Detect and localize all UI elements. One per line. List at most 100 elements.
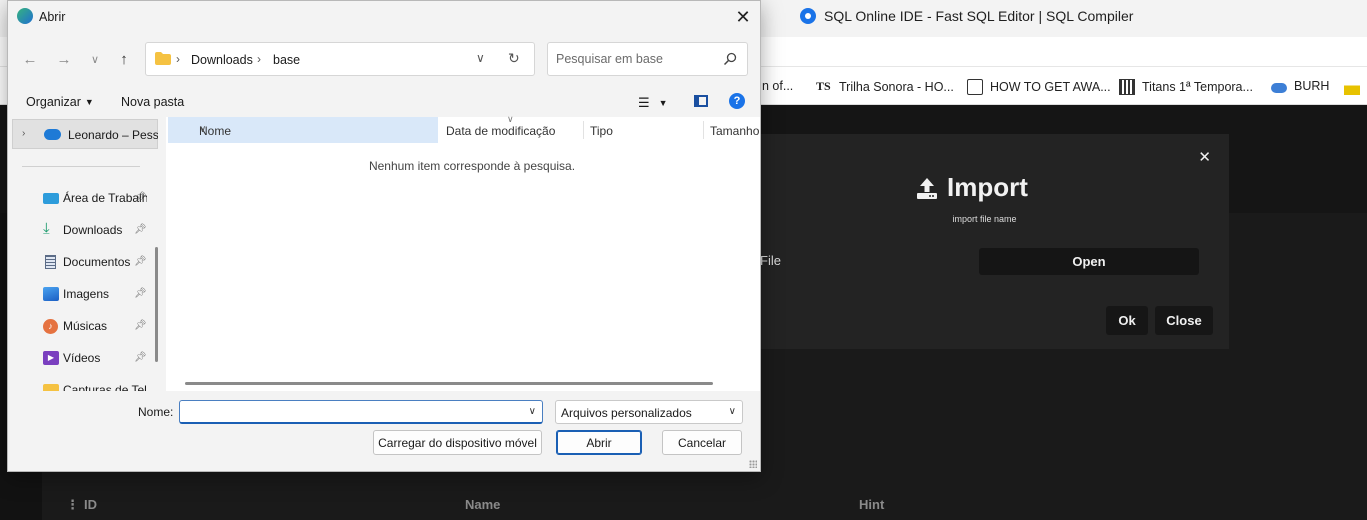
divider	[22, 166, 140, 167]
bookmark-item[interactable]: Titans 1ª Tempora...	[1119, 79, 1253, 95]
grid-column-name[interactable]: Name	[465, 497, 500, 512]
navigation-pane: › Leonardo – Pessoal Área de Trabalho 📌︎…	[8, 117, 158, 391]
resize-grip-icon[interactable]	[749, 460, 757, 468]
forward-arrow-icon[interactable]: →	[52, 47, 76, 71]
upload-icon	[917, 177, 937, 199]
pin-icon[interactable]: 📌︎	[134, 320, 147, 331]
nav-item-onedrive[interactable]: › Leonardo – Pessoal	[12, 119, 158, 149]
file-list-pane: Nome ∨ ∨ Data de modificação Tipo Tamanh…	[166, 114, 760, 391]
bookmark-label: BURH	[1294, 79, 1330, 93]
file-type-value: Arquivos personalizados	[561, 406, 692, 420]
breadcrumb-downloads[interactable]: Downloads	[191, 53, 253, 67]
chevron-down-icon[interactable]: ∨	[476, 51, 485, 65]
bookmark-item[interactable]: HOW TO GET AWA...	[967, 79, 1111, 95]
search-box[interactable]	[547, 42, 748, 76]
command-bar: Organizar ▼ Nova pasta ☰ ▼ ?	[8, 87, 760, 117]
address-bar[interactable]: › Downloads › base ∨ ↻	[145, 42, 535, 76]
column-header-size[interactable]: Tamanho	[710, 124, 759, 138]
import-modal: ✕ Import import file name File Open Ok C…	[740, 134, 1229, 349]
import-title-text: Import	[947, 172, 1028, 202]
back-arrow-icon[interactable]: ←	[18, 47, 42, 71]
column-divider[interactable]	[703, 121, 704, 139]
column-header-name[interactable]: Nome ∨	[168, 117, 438, 143]
chevron-down-icon[interactable]: ∨	[83, 47, 107, 71]
chevron-down-icon: ∨	[728, 406, 736, 417]
nav-item-videos[interactable]: ▶ Vídeos 📌︎	[8, 344, 158, 372]
filename-label: Nome:	[138, 405, 174, 419]
breadcrumb-base[interactable]: base	[273, 53, 300, 67]
bookmark-label: Trilha Sonora - HO...	[839, 80, 954, 94]
list-view-icon: ☰	[638, 95, 650, 110]
search-icon[interactable]	[723, 52, 737, 66]
bookmark-item[interactable]: BURH	[1271, 79, 1329, 93]
nav-item-downloads[interactable]: ⤓ Downloads 📌︎	[8, 216, 158, 244]
pin-icon[interactable]: 📌︎	[134, 352, 147, 363]
view-options-button[interactable]: ☰ ▼	[638, 95, 668, 111]
horizontal-scrollbar[interactable]	[185, 382, 713, 385]
onedrive-cloud-icon	[44, 129, 61, 140]
bookmark-item[interactable]: n of...	[762, 79, 793, 93]
filename-field[interactable]: ∨	[179, 400, 543, 424]
close-icon[interactable]: ✕	[728, 2, 758, 32]
organize-button[interactable]: Organizar ▼	[26, 95, 94, 109]
open-button[interactable]: Abrir	[556, 430, 642, 455]
open-file-button[interactable]: Open	[979, 248, 1199, 275]
chevron-down-icon[interactable]: ∨	[199, 124, 434, 135]
column-header-modified[interactable]: Data de modificação	[446, 124, 555, 138]
file-label: File	[760, 253, 781, 268]
caret-down-icon: ▼	[658, 98, 668, 108]
upload-from-mobile-button[interactable]: Carregar do dispositivo móvel	[373, 430, 542, 455]
organize-label: Organizar	[26, 95, 81, 109]
cloud-icon	[1271, 82, 1287, 93]
pin-icon[interactable]: 📌︎	[134, 224, 147, 235]
cancel-button[interactable]: Cancelar	[662, 430, 742, 455]
document-icon	[45, 255, 56, 269]
search-input[interactable]	[556, 52, 716, 66]
close-button[interactable]: Close	[1155, 306, 1213, 335]
import-subtitle: import file name	[952, 214, 1017, 224]
bookmark-label: Titans 1ª Tempora...	[1142, 80, 1253, 94]
new-folder-button[interactable]: Nova pasta	[121, 95, 184, 109]
pin-icon[interactable]: 📌︎	[134, 256, 147, 267]
folder-icon	[43, 384, 59, 391]
nav-item-documents[interactable]: Documentos 📌︎	[8, 248, 158, 276]
column-header-type[interactable]: Tipo	[590, 124, 613, 138]
open-file-dialog: Abrir ✕ ← → ∨ ↑ › Downloads › base ∨ ↻ O…	[7, 0, 761, 472]
bookmark-item[interactable]: TS Trilha Sonora - HO...	[816, 79, 954, 95]
pin-icon[interactable]: 📌︎	[134, 288, 147, 299]
nav-item-music[interactable]: ♪ Músicas 📌︎	[8, 312, 158, 340]
help-icon[interactable]: ?	[729, 93, 745, 109]
nav-item-images[interactable]: Imagens 📌︎	[8, 280, 158, 308]
nav-item-label: Capturas de Tela	[63, 383, 147, 391]
browser-tab-title: SQL Online IDE - Fast SQL Editor | SQL C…	[824, 8, 1134, 24]
chevron-right-icon[interactable]: ›	[22, 128, 25, 139]
ts-logo-icon: TS	[816, 79, 831, 93]
grid-column-id[interactable]: ID	[84, 497, 97, 512]
desktop-icon	[43, 193, 59, 204]
pin-icon[interactable]: 📌︎	[134, 192, 147, 203]
drag-handle-icon[interactable]: ⋮	[66, 497, 79, 513]
browser-tab[interactable]: SQL Online IDE - Fast SQL Editor | SQL C…	[800, 8, 1133, 24]
chevron-down-icon[interactable]: ∨	[529, 406, 536, 417]
yellow-logo-icon	[1344, 79, 1360, 95]
refresh-icon[interactable]: ↻	[508, 50, 520, 67]
caret-down-icon: ▼	[84, 97, 94, 107]
sql-cloud-icon	[800, 8, 816, 24]
bookmark-label: n of...	[762, 79, 794, 93]
nav-item-desktop[interactable]: Área de Trabalho 📌︎	[8, 184, 158, 212]
film-icon	[1119, 79, 1135, 95]
nav-item-screenshots[interactable]: Capturas de Tela	[8, 376, 158, 391]
column-divider[interactable]	[583, 121, 584, 139]
preview-pane-icon[interactable]	[694, 95, 708, 107]
file-type-select[interactable]: Arquivos personalizados ∨	[555, 400, 743, 424]
ok-button[interactable]: Ok	[1106, 306, 1148, 335]
column-header: Nome ∨ ∨ Data de modificação Tipo Tamanh…	[166, 114, 760, 143]
dialog-titlebar: Abrir ✕	[8, 1, 760, 33]
download-icon: ⤓	[43, 220, 50, 237]
nav-scrollbar[interactable]	[155, 247, 158, 362]
bookmark-item[interactable]	[1344, 79, 1360, 95]
up-arrow-icon[interactable]: ↑	[112, 47, 136, 71]
folder-icon	[155, 52, 171, 65]
close-icon[interactable]: ✕	[1198, 148, 1211, 166]
grid-column-hint[interactable]: Hint	[859, 497, 884, 512]
